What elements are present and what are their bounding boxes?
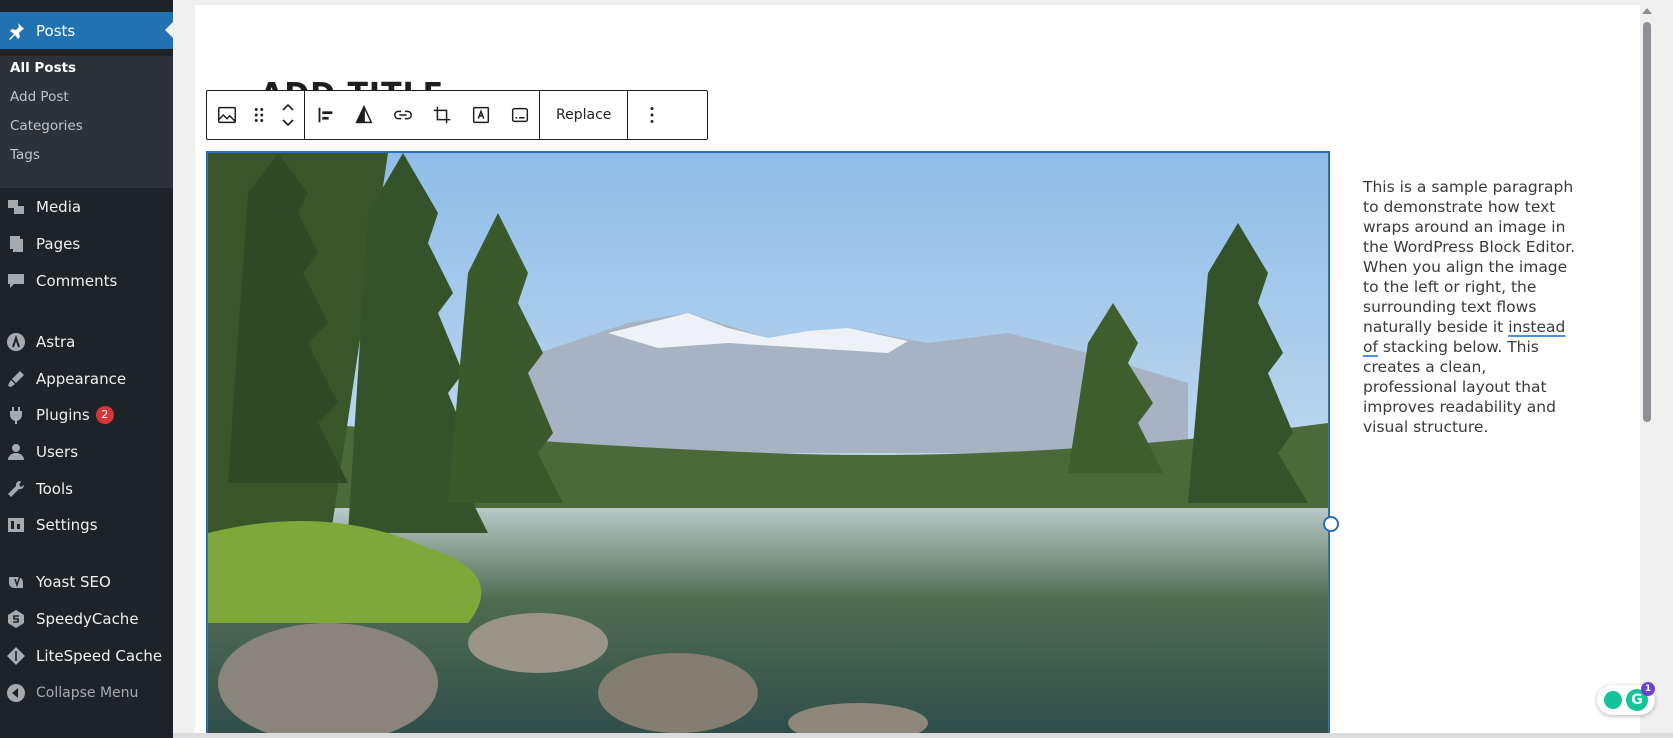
image-resize-handle[interactable] xyxy=(1323,516,1339,532)
sidebar-item-comments[interactable]: Comments xyxy=(0,262,173,299)
plugins-update-badge: 2 xyxy=(95,405,114,424)
sidebar-item-label: Settings xyxy=(36,515,98,534)
text-overlay-button[interactable] xyxy=(461,91,500,139)
link-button[interactable] xyxy=(383,91,422,139)
align-left-icon xyxy=(318,107,332,123)
duotone-icon xyxy=(355,105,372,124)
sidebar-item-users[interactable]: Users xyxy=(0,433,173,470)
submenu-tags[interactable]: Tags xyxy=(10,147,40,163)
sidebar-item-settings[interactable]: Settings xyxy=(0,506,173,543)
more-vertical-icon xyxy=(650,107,654,123)
sidebar-item-litespeed[interactable]: LiteSpeed Cache xyxy=(0,637,173,674)
posts-submenu: All Posts Add Post Categories Tags xyxy=(0,56,173,188)
grammarly-count-badge: 1 xyxy=(1641,682,1655,696)
sidebar-item-pages[interactable]: Pages xyxy=(0,225,173,262)
drag-handle[interactable] xyxy=(246,91,272,139)
sidebar-item-appearance[interactable]: Appearance xyxy=(0,360,173,397)
image-block-type-button[interactable] xyxy=(207,91,246,139)
grammarly-icon[interactable]: G 1 xyxy=(1626,682,1655,711)
sidebar-item-label: Astra xyxy=(36,332,76,351)
drag-handle-icon xyxy=(254,108,264,122)
scroll-up-arrow[interactable] xyxy=(1642,8,1652,14)
astra-icon xyxy=(5,332,27,352)
settings-icon xyxy=(5,515,27,535)
text-over-image-icon xyxy=(472,106,489,124)
submenu-all-posts[interactable]: All Posts xyxy=(10,60,76,76)
image-icon xyxy=(217,106,236,124)
pin-icon xyxy=(5,21,27,41)
admin-sidebar: Posts All Posts Add Post Categories Tags… xyxy=(0,0,173,738)
sidebar-item-tools[interactable]: Tools xyxy=(0,470,173,507)
sidebar-item-yoast[interactable]: Yoast SEO xyxy=(0,563,173,600)
sidebar-item-astra[interactable]: Astra xyxy=(0,323,173,360)
grammarly-widget[interactable]: G 1 xyxy=(1597,682,1655,715)
paragraph-text-end: stacking below. This creates a clean, pr… xyxy=(1363,338,1556,436)
pages-icon xyxy=(5,234,27,254)
paragraph-text-start: This is a sample paragraph to demonstrat… xyxy=(1363,178,1576,336)
collapse-arrow-icon xyxy=(5,683,27,703)
sidebar-item-label: Pages xyxy=(36,234,81,253)
sidebar-item-label: Posts xyxy=(36,21,76,40)
chevron-down-icon[interactable] xyxy=(280,118,296,128)
chevron-up-icon[interactable] xyxy=(280,102,296,112)
caption-button[interactable] xyxy=(500,91,539,139)
sidebar-item-label: LiteSpeed Cache xyxy=(36,646,163,665)
paragraph-block[interactable]: This is a sample paragraph to demonstrat… xyxy=(1363,177,1583,437)
sidebar-item-label: SpeedyCache xyxy=(36,609,139,628)
align-button[interactable] xyxy=(305,91,344,139)
sidebar-item-posts[interactable]: Posts xyxy=(0,12,173,49)
sidebar-item-label: Yoast SEO xyxy=(36,572,111,591)
sidebar-item-label: Appearance xyxy=(36,369,127,388)
collapse-label: Collapse Menu xyxy=(36,684,139,701)
block-toolbar: Replace xyxy=(206,90,708,140)
image-block[interactable] xyxy=(206,151,1330,738)
replace-button[interactable]: Replace xyxy=(540,91,627,139)
toolbar-group-replace: Replace xyxy=(540,91,629,139)
block-options-button[interactable] xyxy=(628,91,676,139)
plugins-icon xyxy=(5,405,27,425)
sidebar-item-label: Users xyxy=(36,442,79,461)
sidebar-item-speedycache[interactable]: SpeedyCache xyxy=(0,600,173,637)
media-icon xyxy=(5,197,27,217)
comments-icon xyxy=(5,271,27,291)
yoast-icon xyxy=(5,572,27,592)
submenu-categories[interactable]: Categories xyxy=(10,118,83,134)
lightbulb-icon[interactable] xyxy=(1604,691,1622,709)
sidebar-item-media[interactable]: Media xyxy=(0,188,173,225)
toolbar-group-tools xyxy=(305,91,540,139)
appearance-icon xyxy=(5,369,27,389)
crop-icon xyxy=(433,106,450,124)
toolbar-group-options xyxy=(628,91,676,139)
scroll-thumb[interactable] xyxy=(1643,22,1651,422)
editor-footer-bar xyxy=(173,733,1673,738)
collapse-menu-button[interactable]: Collapse Menu xyxy=(0,674,173,711)
duotone-button[interactable] xyxy=(344,91,383,139)
speedycache-icon xyxy=(5,609,27,629)
caption-icon xyxy=(511,107,528,123)
editor-canvas[interactable]: ADD TITLE xyxy=(195,5,1640,738)
link-icon xyxy=(393,110,412,120)
sidebar-item-label: Media xyxy=(36,197,82,216)
crop-button[interactable] xyxy=(422,91,461,139)
tools-icon xyxy=(5,479,27,499)
sidebar-item-label: Plugins xyxy=(36,405,90,424)
users-icon xyxy=(5,442,27,462)
block-movers xyxy=(272,91,304,139)
grammarly-letter: G xyxy=(1631,692,1643,708)
submenu-add-post[interactable]: Add Post xyxy=(10,89,69,105)
sidebar-item-plugins[interactable]: Plugins 2 xyxy=(0,396,173,433)
sidebar-item-label: Tools xyxy=(36,479,73,498)
landscape-image xyxy=(208,153,1328,736)
litespeed-icon xyxy=(5,646,27,666)
toolbar-group-block xyxy=(207,91,305,139)
sidebar-item-label: Comments xyxy=(36,271,118,290)
